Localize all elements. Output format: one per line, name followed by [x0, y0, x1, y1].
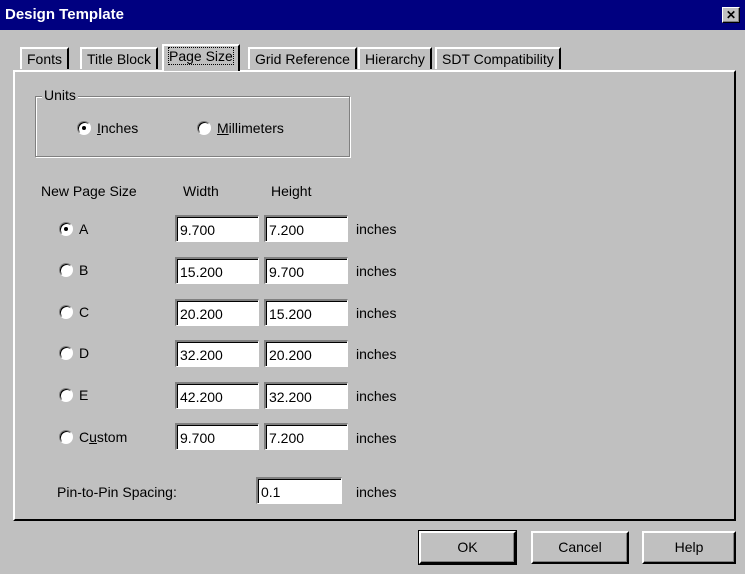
radio-size-d-label: D	[79, 345, 90, 361]
unit-label-custom: inches	[356, 430, 397, 446]
new-page-size-header: New Page Size	[41, 183, 137, 199]
tab-fonts[interactable]: Fonts	[20, 47, 70, 69]
radio-inches-circle[interactable]	[77, 121, 91, 135]
width-field-b[interactable]: 15.200	[175, 257, 259, 284]
tab-page-size-label: Page Size	[168, 47, 234, 65]
tab-hierarchy[interactable]: Hierarchy	[358, 47, 432, 69]
tab-fonts-label: Fonts	[27, 51, 63, 67]
radio-size-custom-circle[interactable]	[59, 430, 73, 444]
unit-label-c: inches	[356, 305, 397, 321]
radio-size-custom[interactable]: Custom	[59, 429, 127, 445]
width-field-c[interactable]: 20.200	[175, 299, 259, 326]
units-legend: Units	[42, 87, 78, 103]
radio-size-e-circle[interactable]	[59, 388, 73, 402]
radio-size-a-label: A	[79, 221, 89, 237]
unit-label-b: inches	[356, 263, 397, 279]
radio-size-e[interactable]: E	[59, 387, 88, 403]
radio-millimeters[interactable]: Millimeters	[197, 120, 284, 136]
radio-size-c[interactable]: C	[59, 304, 89, 320]
width-field-d[interactable]: 32.200	[175, 340, 259, 367]
width-field-a[interactable]: 9.700	[175, 215, 259, 242]
unit-label-e: inches	[356, 388, 397, 404]
pin-spacing-unit: inches	[356, 484, 397, 500]
height-field-c[interactable]: 15.200	[264, 299, 348, 326]
radio-size-d[interactable]: D	[59, 345, 89, 361]
unit-label-a: inches	[356, 221, 397, 237]
radio-size-a-circle[interactable]	[59, 222, 73, 236]
tab-title-block-label: Title Block	[87, 51, 152, 67]
radio-size-b[interactable]: B	[59, 262, 88, 278]
height-field-b[interactable]: 9.700	[264, 257, 348, 284]
radio-inches-label: Inches	[97, 120, 139, 136]
radio-size-d-circle[interactable]	[59, 346, 73, 360]
close-icon[interactable]: ✕	[722, 7, 740, 23]
tab-sdt-compatibility[interactable]: SDT Compatibility	[435, 47, 561, 69]
radio-size-c-circle[interactable]	[59, 305, 73, 319]
pin-spacing-field[interactable]: 0.1	[256, 477, 342, 504]
radio-inches[interactable]: Inches	[77, 120, 138, 136]
tab-hierarchy-label: Hierarchy	[365, 51, 425, 67]
width-field-custom[interactable]: 9.700	[175, 423, 259, 450]
radio-size-b-circle[interactable]	[59, 263, 73, 277]
ok-button[interactable]: OK	[418, 530, 517, 565]
tab-grid-reference[interactable]: Grid Reference	[248, 47, 357, 69]
width-field-e[interactable]: 42.200	[175, 382, 259, 409]
radio-size-c-label: C	[79, 304, 90, 320]
radio-millimeters-label: Millimeters	[217, 120, 284, 136]
tab-panel	[13, 70, 736, 521]
height-field-a[interactable]: 7.200	[264, 215, 348, 242]
cancel-button[interactable]: Cancel	[531, 531, 629, 564]
help-button[interactable]: Help	[642, 531, 736, 564]
radio-size-b-label: B	[79, 262, 89, 278]
title-bar: Design Template ✕	[0, 0, 745, 30]
radio-size-e-label: E	[79, 387, 89, 403]
radio-millimeters-circle[interactable]	[197, 121, 211, 135]
pin-spacing-label: Pin-to-Pin Spacing:	[57, 484, 177, 500]
radio-size-a[interactable]: A	[59, 221, 88, 237]
height-field-e[interactable]: 32.200	[264, 382, 348, 409]
width-header: Width	[183, 183, 219, 199]
height-field-custom[interactable]: 7.200	[264, 423, 348, 450]
unit-label-d: inches	[356, 346, 397, 362]
radio-size-custom-label: Custom	[79, 429, 128, 445]
window-title: Design Template	[5, 6, 124, 23]
height-header: Height	[271, 183, 312, 199]
height-field-d[interactable]: 20.200	[264, 340, 348, 367]
tab-grid-reference-label: Grid Reference	[255, 51, 350, 67]
tab-title-block[interactable]: Title Block	[80, 47, 159, 69]
tab-sdt-compatibility-label: SDT Compatibility	[442, 51, 554, 67]
tab-page-size[interactable]: Page Size	[162, 44, 240, 71]
